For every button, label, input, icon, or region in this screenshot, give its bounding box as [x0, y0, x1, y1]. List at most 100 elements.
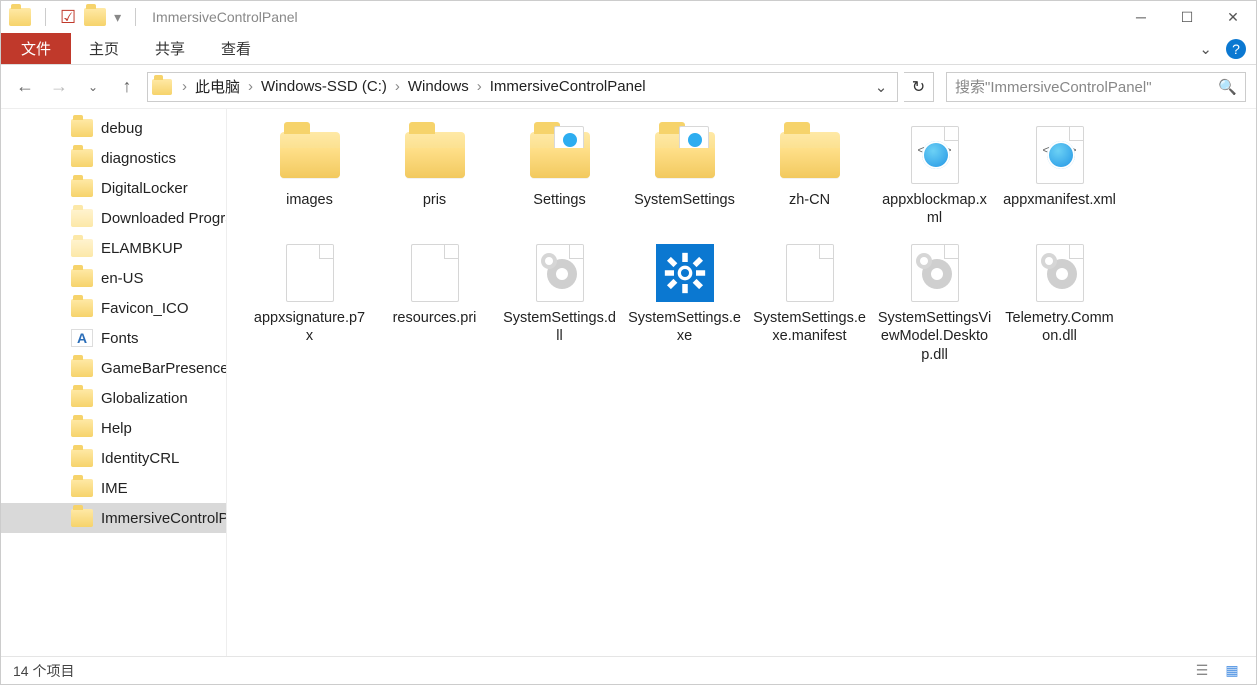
chevron-right-icon[interactable]: › [246, 78, 255, 95]
dll-file-icon [1036, 244, 1084, 302]
file-item[interactable]: zh-CN [747, 119, 872, 237]
minimize-button[interactable]: ─ [1118, 2, 1164, 32]
folder-icon [655, 132, 715, 178]
tab-view[interactable]: 查看 [203, 33, 269, 64]
tree-item[interactable]: ImmersiveControlPanel [1, 503, 226, 533]
icons-view-button[interactable]: ▦ [1220, 661, 1244, 681]
folder-icon [71, 419, 93, 437]
tree-item[interactable]: Help [1, 413, 226, 443]
file-item-label: SystemSettings.exe [627, 309, 742, 345]
tree-item[interactable]: IME [1, 473, 226, 503]
tree-item-label: IdentityCRL [101, 450, 179, 467]
close-button[interactable]: ✕ [1210, 2, 1256, 32]
recent-locations-icon[interactable]: ⌄ [79, 73, 107, 101]
file-icon [286, 244, 334, 302]
tree-view[interactable]: debug diagnostics DigitalLockerDownloaded … [1, 109, 227, 656]
file-item[interactable]: SystemSettings.exe.manifest [747, 237, 872, 373]
forward-button[interactable]: → [45, 73, 73, 101]
tree-item[interactable]: diagnostics [1, 143, 226, 173]
folder-icon [71, 179, 93, 197]
details-view-button[interactable]: ☰ [1190, 661, 1214, 681]
exe-file-icon [656, 244, 714, 302]
content-pane[interactable]: imagesprisSettingsSystemSettingszh-CN<>a… [227, 109, 1256, 656]
file-item-label: pris [423, 191, 446, 209]
tab-home[interactable]: 主页 [71, 33, 137, 64]
file-item[interactable]: SystemSettingsViewModel.Desktop.dll [872, 237, 997, 373]
folder-icon [71, 269, 93, 287]
breadcrumb[interactable]: ImmersiveControlPanel [484, 78, 652, 95]
tree-item-label: diagnostics [101, 150, 176, 167]
help-button[interactable]: ? [1226, 39, 1246, 59]
chevron-right-icon[interactable]: › [393, 78, 402, 95]
tree-item-label: Favicon_ICO [101, 300, 189, 317]
file-item-label: SystemSettings [634, 191, 735, 209]
tree-item[interactable]: DigitalLocker [1, 173, 226, 203]
folder-icon [71, 149, 93, 167]
tree-item-label: GameBarPresenceWriter [101, 360, 226, 377]
file-item-label: SystemSettingsViewModel.Desktop.dll [877, 309, 992, 363]
file-item[interactable]: <>appxblockmap.xml [872, 119, 997, 237]
maximize-button[interactable]: ☐ [1164, 2, 1210, 32]
folder-icon [405, 132, 465, 178]
search-icon[interactable]: 🔍 [1218, 78, 1237, 96]
folder-icon [71, 239, 93, 257]
tree-item[interactable]: IdentityCRL [1, 443, 226, 473]
nav-bar: ← → ⌄ ↑ › 此电脑 › Windows-SSD (C:) › Windo… [1, 65, 1256, 109]
folder-icon [9, 8, 31, 26]
tree-item[interactable]: GameBarPresenceWriter [1, 353, 226, 383]
tree-item-label: ELAMBKUP [101, 240, 183, 257]
folder-icon [530, 132, 590, 178]
file-item-label: appxmanifest.xml [1003, 191, 1116, 209]
tree-item[interactable]: Favicon_ICO [1, 293, 226, 323]
breadcrumb[interactable]: Windows [402, 78, 475, 95]
up-button[interactable]: ↑ [113, 73, 141, 101]
file-tab[interactable]: 文件 [1, 33, 71, 64]
folder-icon [280, 132, 340, 178]
tree-item[interactable]: debug [1, 113, 226, 143]
quick-access-toolbar: ☑ ▾ [9, 7, 142, 28]
folder-icon [71, 479, 93, 497]
tree-item[interactable]: Globalization [1, 383, 226, 413]
file-icon [786, 244, 834, 302]
search-input[interactable]: 搜索"ImmersiveControlPanel" 🔍 [946, 72, 1246, 102]
chevron-right-icon[interactable]: › [180, 78, 189, 95]
properties-icon[interactable]: ☑ [60, 7, 76, 28]
status-bar: 14 个项目 ☰ ▦ [1, 656, 1256, 684]
tree-item[interactable]: Downloaded Program Files [1, 203, 226, 233]
file-item[interactable]: pris [372, 119, 497, 237]
qat-dropdown-icon[interactable]: ▾ [114, 9, 121, 26]
folder-icon [152, 79, 172, 95]
tree-item-label: Fonts [101, 330, 139, 347]
tree-item-label: IME [101, 480, 128, 497]
file-item-label: appxblockmap.xml [877, 191, 992, 227]
tree-item[interactable]: AFonts [1, 323, 226, 353]
refresh-button[interactable]: ↻ [904, 72, 934, 102]
folder-icon [71, 389, 93, 407]
file-item-label: Settings [533, 191, 585, 209]
breadcrumb[interactable]: 此电脑 [189, 76, 246, 97]
file-item[interactable]: images [247, 119, 372, 237]
file-item[interactable]: resources.pri [372, 237, 497, 373]
ribbon-expand-icon[interactable]: ⌄ [1189, 33, 1222, 64]
tree-item-label: en-US [101, 270, 144, 287]
tree-item[interactable]: ELAMBKUP [1, 233, 226, 263]
folder-icon [71, 209, 93, 227]
file-item[interactable]: SystemSettings.exe [622, 237, 747, 373]
tree-item[interactable]: en-US [1, 263, 226, 293]
file-item[interactable]: <>appxmanifest.xml [997, 119, 1122, 237]
address-bar[interactable]: › 此电脑 › Windows-SSD (C:) › Windows › Imm… [147, 72, 898, 102]
tab-share[interactable]: 共享 [137, 33, 203, 64]
address-dropdown-icon[interactable]: ⌄ [869, 78, 893, 96]
file-item[interactable]: Settings [497, 119, 622, 237]
breadcrumb[interactable]: Windows-SSD (C:) [255, 78, 393, 95]
folder-icon [71, 449, 93, 467]
file-item[interactable]: appxsignature.p7x [247, 237, 372, 373]
dll-file-icon [536, 244, 584, 302]
separator [45, 8, 46, 26]
file-item[interactable]: Telemetry.Common.dll [997, 237, 1122, 373]
search-placeholder: 搜索"ImmersiveControlPanel" [955, 76, 1218, 97]
back-button[interactable]: ← [11, 73, 39, 101]
file-item[interactable]: SystemSettings.dll [497, 237, 622, 373]
chevron-right-icon[interactable]: › [475, 78, 484, 95]
file-item[interactable]: SystemSettings [622, 119, 747, 237]
